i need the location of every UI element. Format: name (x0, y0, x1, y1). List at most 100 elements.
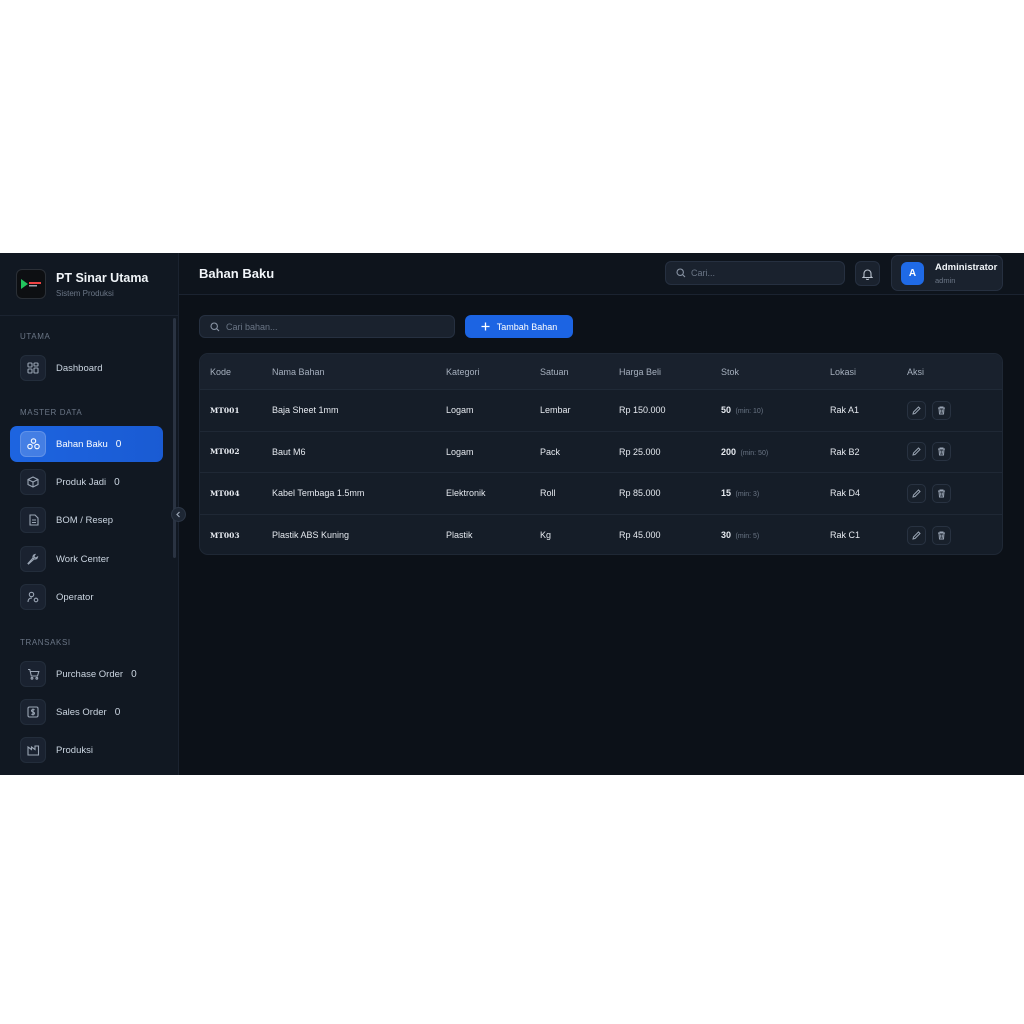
app-window: PT Sinar Utama Sistem Produksi UTAMA Das… (0, 253, 1024, 775)
delete-button[interactable] (931, 442, 951, 462)
trash-icon (937, 447, 945, 456)
nav-section-master-data: MASTER DATA (20, 408, 83, 417)
stok-minimum: (min: 50) (740, 449, 769, 457)
brand: PT Sinar Utama Sistem Produksi (0, 253, 178, 316)
plus-icon (481, 322, 490, 331)
column-header-satuan[interactable]: Satuan (540, 367, 619, 377)
company-name: PT Sinar Utama (56, 270, 149, 285)
column-header-harga-beli[interactable]: Harga Beli (619, 367, 721, 377)
cell-stok: 200 (min: 50) (721, 447, 830, 457)
cell-lokasi: Rak A1 (830, 405, 860, 416)
column-header-nama-bahan[interactable]: Nama Bahan (272, 367, 446, 377)
pencil-icon (912, 489, 921, 498)
delete-button[interactable] (931, 525, 951, 545)
document-icon (20, 507, 46, 533)
cell-lokasi: Rak D4 (830, 488, 861, 499)
column-header-kategori[interactable]: Kategori (446, 367, 540, 377)
sidebar-item-label: Work Center (56, 553, 110, 565)
dollar-icon (20, 699, 46, 725)
table-row[interactable]: MT001 Baja Sheet 1mm Logam Lembar Rp 150… (200, 390, 1002, 432)
cart-icon (20, 661, 46, 687)
user-menu[interactable]: A Administrator admin (891, 255, 1003, 291)
cell-stok: 30 (min: 5) (721, 530, 830, 540)
material-search-input[interactable]: Cari bahan... (199, 315, 455, 338)
cell-satuan: Kg (540, 530, 552, 541)
cell-satuan: Roll (540, 488, 556, 499)
delete-button[interactable] (931, 483, 951, 503)
sidebar-item-label: Dashboard (56, 362, 103, 374)
edit-button[interactable] (907, 525, 926, 545)
count-badge: 0 (115, 438, 122, 450)
user-name: Administrator (935, 261, 998, 273)
user-role: admin (935, 275, 956, 285)
global-search-input[interactable]: Cari... (665, 261, 845, 285)
cell-kode: MT002 (210, 447, 240, 457)
table-row[interactable]: MT003 Plastik ABS Kuning Plastik Kg Rp 4… (200, 515, 1002, 555)
cell-kategori: Plastik (446, 530, 473, 541)
edit-button[interactable] (907, 442, 926, 462)
column-header-kode[interactable]: Kode (200, 367, 272, 377)
sidebar: PT Sinar Utama Sistem Produksi UTAMA Das… (0, 253, 179, 775)
cell-lokasi: Rak C1 (830, 530, 861, 541)
sidebar-item-bahan-baku[interactable]: Bahan Baku 0 (10, 426, 163, 462)
edit-button[interactable] (907, 483, 926, 503)
sidebar-item-dashboard[interactable]: Dashboard (10, 350, 163, 386)
stok-value: 200 (721, 446, 737, 457)
count-badge: 0 (131, 668, 137, 680)
column-header-stok[interactable]: Stok (721, 367, 830, 377)
table-row[interactable]: MT002 Baut M6 Logam Pack Rp 25.000 200 (… (200, 432, 1002, 473)
sidebar-item-produksi[interactable]: Produksi (10, 732, 163, 768)
sidebar-item-produk-jadi[interactable]: Produk Jadi 0 (10, 464, 163, 500)
sidebar-item-label: Produk Jadi (56, 476, 107, 488)
cell-aksi (907, 400, 997, 420)
sidebar-item-label: Bahan Baku (56, 438, 108, 450)
stok-value: 30 (721, 530, 732, 541)
cell-kode: MT001 (210, 405, 240, 415)
grid-icon (20, 355, 46, 381)
cell-nama: Plastik ABS Kuning (272, 530, 350, 541)
factory-icon (20, 737, 46, 763)
cell-harga: Rp 25.000 (619, 446, 661, 457)
stok-value: 15 (721, 488, 732, 499)
top-bar: Bahan Baku Cari... A Administrator admin (179, 253, 1024, 295)
delete-button[interactable] (931, 400, 951, 420)
search-placeholder: Cari... (691, 268, 716, 278)
cell-nama: Baja Sheet 1mm (272, 405, 339, 416)
nav-section-utama: UTAMA (20, 332, 51, 341)
search-icon (210, 321, 220, 331)
cell-aksi (907, 442, 997, 462)
sidebar-scrollbar[interactable] (173, 318, 176, 558)
stok-minimum: (min: 5) (735, 533, 760, 541)
pencil-icon (912, 531, 921, 540)
sidebar-item-work-center[interactable]: Work Center (10, 541, 163, 577)
cell-kode: MT004 (210, 488, 240, 498)
sidebar-item-operator[interactable]: Operator (10, 579, 163, 615)
page-title: Bahan Baku (199, 266, 275, 281)
chevron-left-icon (176, 511, 180, 518)
wrench-icon (20, 546, 46, 572)
stok-value: 50 (721, 405, 732, 416)
notifications-button[interactable] (855, 261, 880, 286)
cubes-icon (20, 431, 46, 457)
sidebar-item-sales-order[interactable]: Sales Order 0 (10, 694, 163, 730)
column-header-lokasi[interactable]: Lokasi (830, 367, 907, 377)
cell-kategori: Logam (446, 446, 474, 457)
sidebar-item-label: Purchase Order (56, 668, 124, 680)
materials-table: Kode Nama Bahan Kategori Satuan Harga Be… (199, 353, 1003, 555)
sidebar-item-purchase-order[interactable]: Purchase Order 0 (10, 656, 163, 692)
collapse-sidebar-button[interactable] (171, 507, 186, 522)
cell-aksi (907, 483, 997, 503)
table-row[interactable]: MT004 Kabel Tembaga 1.5mm Elektronik Rol… (200, 473, 1002, 515)
sidebar-item-label: Operator (56, 591, 94, 603)
edit-button[interactable] (907, 400, 926, 420)
sidebar-item-bom-resep[interactable]: BOM / Resep (10, 502, 163, 538)
cell-stok: 50 (min: 10) (721, 405, 830, 415)
avatar: A (901, 261, 924, 285)
cell-kategori: Logam (446, 405, 474, 416)
trash-icon (937, 406, 945, 415)
user-gear-icon (20, 584, 46, 610)
sidebar-item-label: BOM / Resep (56, 514, 114, 526)
cell-nama: Kabel Tembaga 1.5mm (272, 488, 365, 499)
sidebar-item-label: Produksi (56, 744, 93, 756)
add-material-button[interactable]: Tambah Bahan (465, 315, 573, 338)
